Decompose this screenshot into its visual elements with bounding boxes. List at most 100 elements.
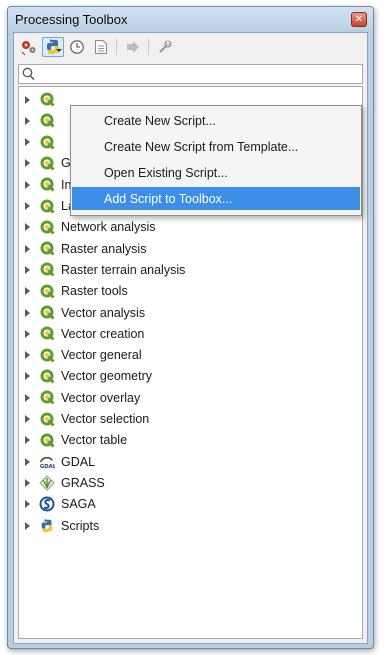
expand-arrow-icon[interactable]	[25, 308, 30, 317]
tree-item[interactable]: GRASS	[19, 472, 362, 493]
chevron-down-icon	[56, 49, 62, 52]
expand-arrow-icon[interactable]	[25, 265, 30, 274]
menu-item[interactable]: Add Script to Toolbox...	[72, 187, 360, 210]
tree-item-icon	[39, 134, 55, 150]
tree-item[interactable]: Raster terrain analysis	[19, 259, 362, 280]
tree-item[interactable]: Vector geometry	[19, 366, 362, 387]
expand-arrow-icon[interactable]	[25, 159, 30, 168]
scripts-dropdown-menu: Create New Script... Create New Script fr…	[70, 105, 362, 216]
tree-item-label: Raster analysis	[61, 241, 147, 256]
tree-item[interactable]: Scripts	[19, 515, 362, 536]
menu-item-label: Add Script to Toolbox...	[104, 191, 233, 206]
tree-item-label: Raster terrain analysis	[61, 262, 186, 277]
qgis-icon	[40, 433, 55, 448]
qgis-icon	[40, 135, 55, 150]
menu-item-label: Create New Script from Template...	[104, 139, 299, 154]
toolbar-separator	[148, 39, 149, 55]
toolbar	[14, 33, 367, 61]
tree-item-label: Vector table	[61, 433, 128, 448]
menu-item[interactable]: Create New Script...	[72, 109, 360, 132]
expand-arrow-icon[interactable]	[25, 521, 30, 530]
options-button[interactable]	[154, 37, 176, 57]
tree-item-icon	[39, 390, 55, 406]
results-icon	[95, 40, 107, 54]
expand-arrow-icon[interactable]	[25, 457, 30, 466]
expand-arrow-icon[interactable]	[25, 500, 30, 509]
expand-arrow-icon[interactable]	[25, 436, 30, 445]
tree-item-label: Vector analysis	[61, 305, 146, 320]
tree-item[interactable]: Vector table	[19, 430, 362, 451]
tree-item-icon	[39, 113, 55, 129]
tree-item-label: Vector overlay	[61, 390, 141, 405]
close-button[interactable]: ✕	[351, 12, 367, 27]
edit-features-in-place-icon	[127, 41, 139, 53]
expand-arrow-icon[interactable]	[25, 478, 30, 487]
scripts-menu-button[interactable]	[42, 37, 64, 57]
qgis-icon	[40, 177, 55, 192]
tree-item-icon	[39, 198, 55, 214]
menu-item[interactable]: Create New Script from Template...	[72, 135, 360, 158]
tree-item-icon	[39, 347, 55, 363]
expand-arrow-icon[interactable]	[25, 415, 30, 423]
tree-item-label: GDAL	[61, 454, 96, 469]
expand-arrow-icon[interactable]	[25, 138, 30, 147]
expand-arrow-icon[interactable]	[25, 329, 30, 338]
qgis-icon	[40, 156, 55, 171]
tree-item-icon	[39, 411, 55, 427]
history-icon	[70, 40, 84, 54]
expand-arrow-icon[interactable]	[25, 223, 30, 232]
window-title: Processing Toolbox	[15, 12, 128, 27]
tree-item-label: Vector selection	[61, 412, 150, 426]
search-box[interactable]	[18, 64, 363, 84]
toolbox-panel: GraphicsInterpolationLayer toolsNetwork …	[13, 32, 368, 644]
tree-item-icon	[39, 219, 55, 235]
qgis-icon	[40, 113, 55, 128]
tree-item[interactable]: Vector selection	[19, 409, 362, 430]
tree-item[interactable]: Vector overlay	[19, 387, 362, 408]
tree-item[interactable]: Network analysis	[19, 217, 362, 238]
tree-item[interactable]: SAGA	[19, 494, 362, 515]
tree-item[interactable]: Vector analysis	[19, 302, 362, 323]
tree-item-icon	[39, 518, 55, 534]
tree-item-label: Raster tools	[61, 284, 128, 299]
gdal-icon: GDAL	[39, 456, 55, 470]
options-icon	[159, 40, 172, 53]
tree-item-label: SAGA	[61, 497, 96, 512]
expand-arrow-icon[interactable]	[25, 393, 30, 402]
tree-item[interactable]: Vector general	[19, 345, 362, 366]
results-viewer-button[interactable]	[90, 37, 112, 57]
tree-item-label: GRASS	[61, 475, 105, 490]
expand-arrow-icon[interactable]	[25, 95, 30, 104]
menu-item[interactable]: Open Existing Script...	[72, 161, 360, 184]
edit-features-in-place-button[interactable]	[122, 37, 144, 57]
saga-icon	[39, 496, 55, 512]
models-button[interactable]	[18, 37, 40, 57]
menu-item-label: Create New Script...	[104, 113, 216, 128]
expand-arrow-icon[interactable]	[25, 287, 30, 296]
tree-item-label: Vector general	[61, 348, 142, 363]
expand-arrow-icon[interactable]	[25, 351, 30, 360]
qgis-icon	[40, 220, 55, 235]
expand-arrow-icon[interactable]	[25, 180, 30, 189]
tree-item[interactable]: Vector creation	[19, 323, 362, 344]
title-bar[interactable]: Processing Toolbox ✕	[8, 7, 373, 31]
qgis-icon	[40, 326, 55, 341]
expand-arrow-icon[interactable]	[25, 116, 30, 125]
tree-item[interactable]: Raster tools	[19, 281, 362, 302]
expand-arrow-icon[interactable]	[25, 372, 30, 381]
tree-item[interactable]: GDAL GDAL	[19, 451, 362, 472]
qgis-icon	[40, 412, 55, 427]
models-icon	[21, 41, 36, 56]
tree-item-icon	[39, 283, 55, 299]
tree-item[interactable]: Raster analysis	[19, 238, 362, 259]
qgis-icon	[40, 241, 55, 256]
search-input[interactable]	[37, 66, 341, 84]
tree-item-label: Network analysis	[61, 220, 156, 235]
processing-toolbox-window: Processing Toolbox ✕ Network analysis Ra…	[7, 6, 374, 649]
history-button[interactable]	[66, 37, 88, 57]
expand-arrow-icon[interactable]	[25, 202, 30, 210]
close-icon: ✕	[354, 14, 364, 25]
toolbar-separator	[116, 39, 117, 55]
search-icon	[22, 67, 35, 81]
expand-arrow-icon[interactable]	[25, 244, 30, 253]
